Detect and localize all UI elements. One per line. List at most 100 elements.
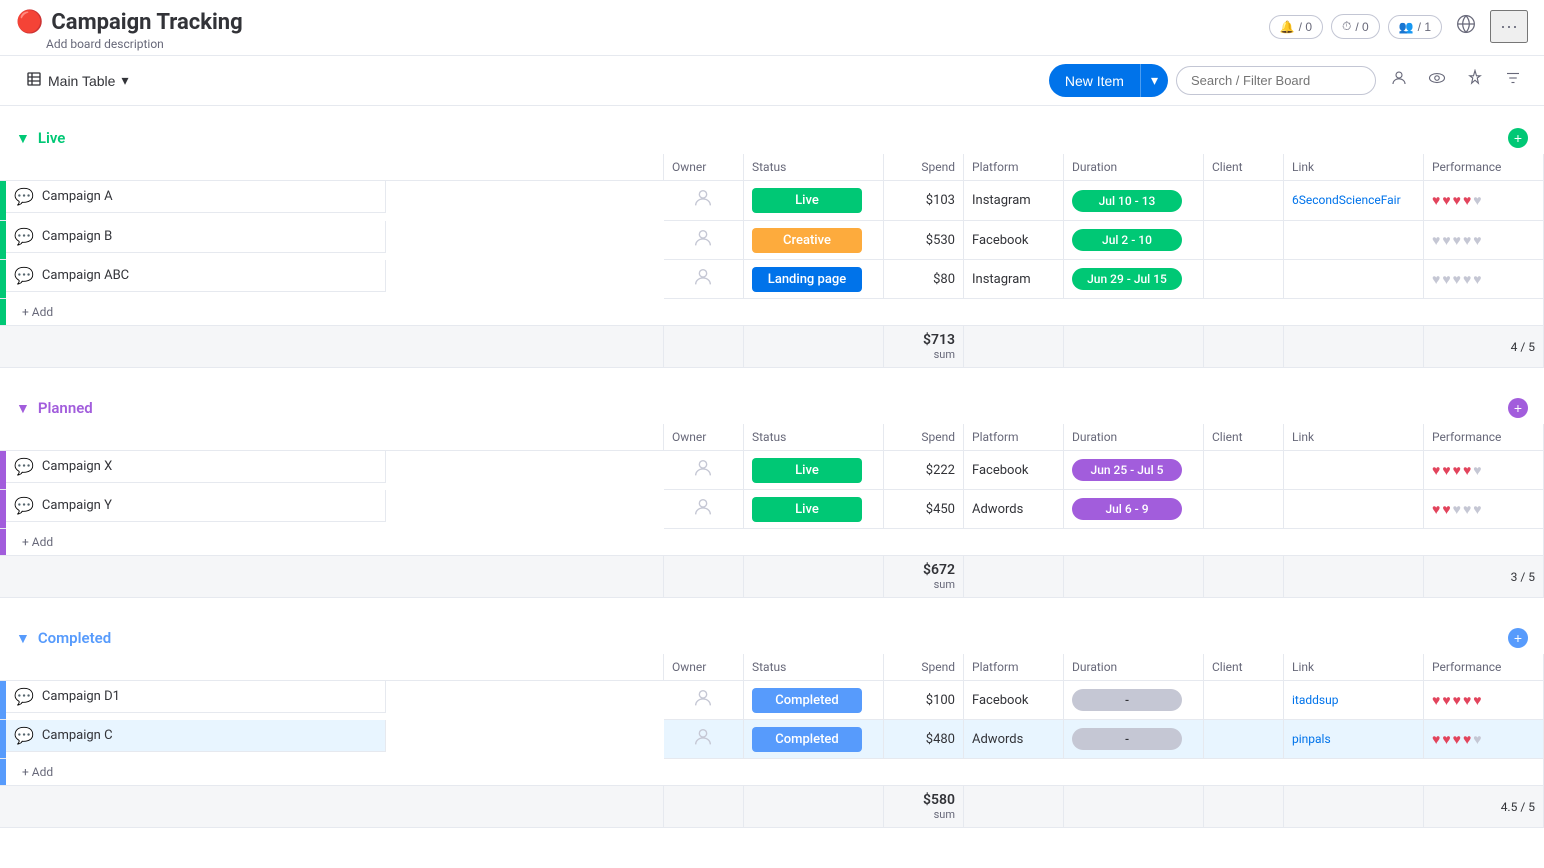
more-btn[interactable]: ··· [1490,10,1528,43]
eye-btn[interactable] [1422,65,1452,96]
group-planned-toggle[interactable]: ▼ [16,400,30,417]
row-owner [664,720,744,759]
row-duration[interactable]: Jun 29 - Jul 15 [1064,260,1204,299]
add-to-live-btn[interactable]: + [1508,128,1528,148]
row-duration[interactable]: Jul 2 - 10 [1064,221,1204,260]
toolbar-right: New Item ▾ [1049,64,1528,97]
board-title-area: 🔴 Campaign Tracking Add board descriptio… [16,10,243,51]
chat-icon[interactable]: 💬 [14,496,34,515]
new-item-btn[interactable]: New Item ▾ [1049,64,1168,97]
row-status[interactable]: Live [744,181,884,221]
row-status[interactable]: Live [744,451,884,490]
row-performance[interactable]: ♥ ♥ ♥ ♥ ♥ [1424,221,1544,260]
duration-badge: Jul 10 - 13 [1072,190,1182,212]
add-item-row[interactable]: + Add [0,529,1544,556]
row-duration[interactable]: Jul 10 - 13 [1064,181,1204,221]
row-link[interactable]: 6SecondScienceFair [1284,181,1424,221]
add-row-label[interactable]: + Add [6,759,1544,786]
add-to-planned-btn[interactable]: + [1508,398,1528,418]
row-performance[interactable]: ♥♥♥♥♥ [1424,681,1544,720]
person-filter-btn[interactable] [1384,65,1414,96]
activity-btn[interactable]: ⏱ / 0 [1331,14,1380,39]
campaign-name: Campaign ABC [42,268,129,283]
chevron-down-icon: ▾ [121,72,128,89]
row-status[interactable]: Completed [744,681,884,720]
row-duration[interactable]: - [1064,720,1204,759]
row-status[interactable]: Completed [744,720,884,759]
row-link[interactable] [1284,490,1424,529]
chat-icon[interactable]: 💬 [14,227,34,246]
new-item-dropdown-icon[interactable]: ▾ [1140,64,1168,97]
live-table: Owner Status Spend Platform Duration Cli… [0,154,1544,368]
row-spend: $80 [884,260,964,299]
row-status[interactable]: Creative [744,221,884,260]
row-performance[interactable]: ♥ ♥ ♥ ♥ ♥ [1424,260,1544,299]
th-duration-live: Duration [1064,154,1204,181]
heart-3: ♥ [1453,232,1461,249]
table-row: 💬 Campaign A Live $103 Instagram Jul 10 … [0,181,1544,221]
chat-icon[interactable]: 💬 [14,457,34,476]
invite-btn[interactable] [1450,10,1482,43]
avatar-icon [692,238,714,253]
board-description[interactable]: Add board description [46,37,243,51]
sum-empty-2 [664,326,744,368]
chat-icon[interactable]: 💬 [14,726,34,745]
group-live-title[interactable]: Live [38,129,66,147]
filter-btn[interactable] [1498,65,1528,96]
th-name [6,154,664,181]
board-name: Campaign Tracking [51,10,242,35]
link-value: itaddsup [1292,693,1338,707]
group-completed-toggle[interactable]: ▼ [16,630,30,647]
row-owner [664,681,744,720]
status-badge: Live [752,458,862,483]
add-row-label[interactable]: + Add [6,529,1544,556]
add-row-label[interactable]: + Add [6,299,1544,326]
row-performance[interactable]: ♥♥♥♥♥ [1424,720,1544,759]
main-table-btn[interactable]: Main Table ▾ [16,65,138,96]
row-performance[interactable]: ♥♥♥♥♥ [1424,451,1544,490]
row-duration[interactable]: Jun 25 - Jul 5 [1064,451,1204,490]
board-title: 🔴 Campaign Tracking [16,10,243,35]
row-status[interactable]: Landing page [744,260,884,299]
row-link[interactable]: pinpals [1284,720,1424,759]
sum-row: $580 sum 4.5 / 5 [0,786,1544,828]
chat-icon[interactable]: 💬 [14,187,34,206]
row-link[interactable]: itaddsup [1284,681,1424,720]
row-client [1204,681,1284,720]
add-item-row[interactable]: + Add [0,759,1544,786]
hearts: ♥ ♥ ♥ ♥ ♥ [1432,271,1535,288]
members-btn[interactable]: 👥 / 1 [1388,15,1442,39]
add-to-completed-btn[interactable]: + [1508,628,1528,648]
row-performance[interactable]: ♥ ♥ ♥ ♥ ♥ [1424,181,1544,221]
clock-icon: ⏱ [1342,19,1351,34]
th-spend-planned: Spend [884,424,964,451]
campaign-name: Campaign X [42,459,112,474]
sum-empty-3 [744,326,884,368]
group-completed-title[interactable]: Completed [38,629,111,647]
row-platform: Facebook [964,451,1064,490]
th-perf-completed: Performance [1424,654,1544,681]
chat-icon[interactable]: 💬 [14,687,34,706]
group-planned-title[interactable]: Planned [38,399,93,417]
row-link[interactable] [1284,260,1424,299]
avatar-icon [692,277,714,292]
add-item-row[interactable]: + Add [0,299,1544,326]
group-live-toggle[interactable]: ▼ [16,130,30,147]
table-row: 💬 Campaign ABC Landing page $80 Instagra… [0,260,1544,299]
row-duration[interactable]: - [1064,681,1204,720]
chat-icon[interactable]: 💬 [14,266,34,285]
row-performance[interactable]: ♥♥♥♥♥ [1424,490,1544,529]
pin-btn[interactable] [1460,65,1490,96]
th-client-completed: Client [1204,654,1284,681]
hearts: ♥ ♥ ♥ ♥ ♥ [1432,192,1535,209]
row-duration[interactable]: Jul 6 - 9 [1064,490,1204,529]
status-badge: Completed [752,688,862,713]
row-status[interactable]: Live [744,490,884,529]
th-duration-completed: Duration [1064,654,1204,681]
heart-1: ♥ [1432,232,1440,249]
th-owner-completed: Owner [664,654,744,681]
row-link[interactable] [1284,221,1424,260]
notifications-btn[interactable]: 🔔 / 0 [1269,15,1323,39]
search-input[interactable] [1176,66,1376,95]
row-link[interactable] [1284,451,1424,490]
